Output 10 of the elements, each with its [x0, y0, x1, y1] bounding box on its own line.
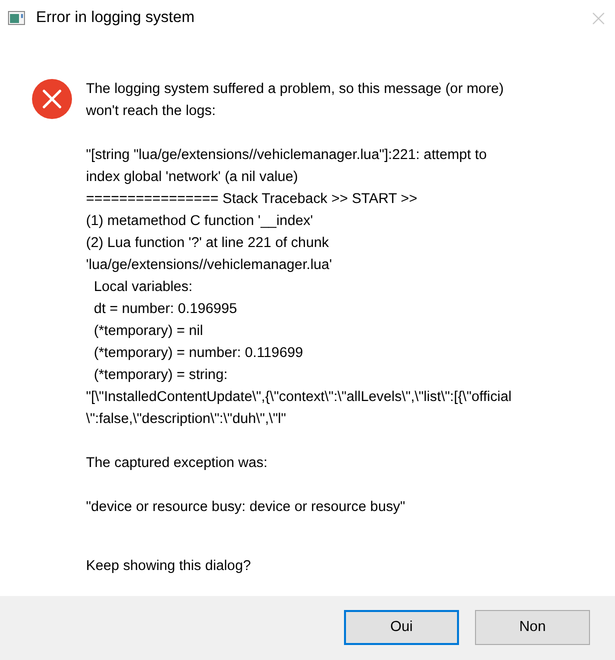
- dialog-button[interactable]: Oui: [344, 610, 459, 645]
- dialog-button[interactable]: Non: [475, 610, 590, 645]
- question-text: Keep showing this dialog?: [86, 557, 252, 576]
- error-icon: [31, 78, 73, 120]
- message-text: "device or resource busy: device or resource busy": [86, 498, 406, 517]
- app-icon: [8, 11, 25, 25]
- message-text: "[string "lua/ge/extensions//vehiclemanager.lua"]:221: attempt to index global 'network' (a nil value) ================ Stack Traceback >> START >> (1) metamethod C function '__index' (2) Lua function '?' at line 221 of chunk 'lua/ge/extensions//vehiclemanager.lua' Local variables: dt = number: 0.196995 (*temporary) = nil (*temporary) = number: 0.119699 (*temporary) = string: "[\"InstalledContentUpdate\",{\"context\":\"allLevels\",\"list\":[{\"official \":false,\"description\":\"duh\",\"l": [86, 146, 512, 429]
- message-text: The logging system suffered a problem, so this message (or more) won't reach the logs:: [86, 80, 505, 121]
- message-text: The captured exception was:: [86, 454, 268, 473]
- window-title: Error in logging system: [36, 8, 195, 28]
